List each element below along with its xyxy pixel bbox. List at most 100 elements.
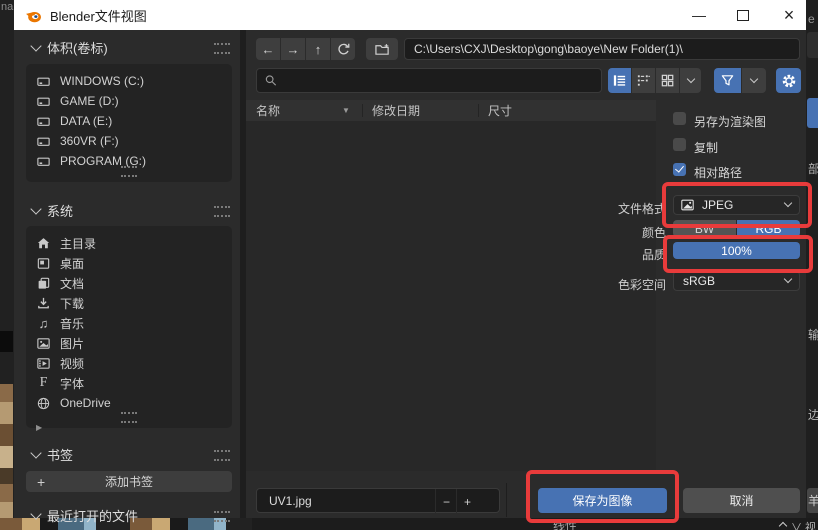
annotation-box-save-button <box>526 470 679 523</box>
system-label: 字体 <box>60 375 84 392</box>
column-date[interactable]: 修改日期 <box>372 102 420 119</box>
system-item-onedrive[interactable]: OneDrive <box>26 393 232 413</box>
maximize-button[interactable] <box>726 0 760 30</box>
filter-dropdown[interactable] <box>742 68 766 93</box>
drive-icon <box>36 134 51 149</box>
column-size[interactable]: 尺寸 <box>488 102 512 119</box>
documents-icon <box>36 276 51 291</box>
background-partial-text: ∨ 视 <box>791 519 816 530</box>
settings-button[interactable] <box>776 68 801 93</box>
copy-label: 复制 <box>694 139 718 156</box>
quality-label: 品质 <box>560 246 666 263</box>
new-folder-button[interactable] <box>366 38 398 60</box>
column-name[interactable]: 名称 <box>256 102 280 119</box>
close-button[interactable]: × <box>772 0 806 30</box>
save-as-render-label: 另存为渲染图 <box>694 113 766 130</box>
section-header-recent[interactable]: 最近打开的文件 <box>32 506 138 525</box>
color-label: 颜色 <box>560 224 666 241</box>
system-item-documents[interactable]: 文档 <box>26 273 232 293</box>
volume-item[interactable]: WINDOWS (C:) <box>26 71 232 91</box>
window-title: Blender文件视图 <box>50 6 147 25</box>
blender-logo <box>25 7 42 24</box>
path-text: C:\Users\CXJ\Desktop\gong\baoye\New Fold… <box>414 42 683 56</box>
maximize-icon <box>737 10 749 21</box>
refresh-button[interactable] <box>331 38 355 60</box>
chevron-down-icon <box>30 40 41 51</box>
section-header-bookmarks[interactable]: 书签 <box>32 445 73 464</box>
display-mode-dropdown[interactable] <box>680 68 701 93</box>
screen: na e 部 输 边 羊 线性 ∨ 视 Blender文件视图 — × 体积(卷… <box>0 0 818 530</box>
column-divider[interactable] <box>478 104 479 117</box>
new-folder-icon <box>374 42 391 57</box>
vertical-list-icon <box>612 73 627 88</box>
search-field[interactable] <box>256 68 602 93</box>
display-thumbnail-button[interactable] <box>656 68 679 93</box>
annotation-box-file-format <box>662 182 812 228</box>
up-button[interactable]: ↑ <box>306 38 330 60</box>
volume-item[interactable]: 360VR (F:) <box>26 131 232 151</box>
background-partial-char: e <box>808 12 815 26</box>
filter-button[interactable] <box>714 68 741 93</box>
volume-item[interactable]: DATA (E:) <box>26 111 232 131</box>
panel-grip-handle[interactable] <box>214 511 230 522</box>
background-partial-char: 边 <box>808 406 818 423</box>
relative-path-checkbox[interactable] <box>673 163 686 176</box>
forward-button[interactable]: → <box>281 38 305 60</box>
add-bookmark-button[interactable]: + 添加书签 <box>26 471 232 492</box>
filename-decrement-button[interactable]: − <box>435 489 457 514</box>
panel-grip-handle[interactable] <box>121 412 137 423</box>
filename-increment-button[interactable]: + <box>456 489 478 514</box>
system-list: 主目录 桌面 文档 下载 ♫音乐 图片 视频 F字体 OneDrive ▶ <box>26 226 232 428</box>
section-header-volumes[interactable]: 体积(卷标) <box>32 38 108 57</box>
drive-icon <box>36 94 51 109</box>
filename-input[interactable] <box>267 493 451 509</box>
font-icon: F <box>36 375 51 391</box>
file-list-area[interactable] <box>246 121 656 471</box>
system-label: OneDrive <box>60 396 111 410</box>
panel-grip-handle[interactable] <box>121 166 137 177</box>
copy-checkbox[interactable] <box>673 138 686 151</box>
system-item-downloads[interactable]: 下载 <box>26 293 232 313</box>
file-list-header: 名称 ▼ 修改日期 尺寸 <box>246 100 656 121</box>
display-vertical-list-button[interactable] <box>608 68 631 93</box>
music-icon: ♫ <box>36 316 51 331</box>
display-detail-list-button[interactable] <box>632 68 655 93</box>
path-field[interactable]: C:\Users\CXJ\Desktop\gong\baoye\New Fold… <box>404 38 800 60</box>
system-item-fonts[interactable]: F 字体 <box>26 373 232 393</box>
background-fragment <box>807 98 818 128</box>
sort-desc-icon[interactable]: ▼ <box>342 106 350 115</box>
expand-icon[interactable]: ▶ <box>36 423 42 432</box>
section-header-system[interactable]: 系统 <box>32 201 73 220</box>
back-button[interactable]: ← <box>256 38 280 60</box>
volume-item[interactable]: GAME (D:) <box>26 91 232 111</box>
search-input[interactable] <box>284 73 601 89</box>
search-icon <box>264 73 278 88</box>
collapse-chevron-icon <box>780 519 786 529</box>
annotation-box-quality <box>663 235 813 273</box>
nav-button-group: ← → ↑ <box>256 38 355 60</box>
system-item-pictures[interactable]: 图片 <box>26 333 232 353</box>
chevron-down-icon <box>30 447 41 458</box>
panel-grip-handle[interactable] <box>214 43 230 54</box>
minimize-button[interactable]: — <box>682 0 716 30</box>
system-item-home[interactable]: 主目录 <box>26 233 232 253</box>
detail-list-icon <box>636 73 651 88</box>
desktop-icon <box>36 256 51 271</box>
panel-grip-handle[interactable] <box>214 206 230 217</box>
color-space-dropdown[interactable]: sRGB <box>673 271 800 291</box>
system-item-music[interactable]: ♫音乐 <box>26 313 232 333</box>
background-partial-char: 羊 <box>808 492 818 509</box>
system-label: 下载 <box>60 295 84 312</box>
panel-grip-handle[interactable] <box>214 450 230 461</box>
chevron-down-icon <box>750 74 758 82</box>
system-item-desktop[interactable]: 桌面 <box>26 253 232 273</box>
display-mode-group <box>608 68 701 93</box>
system-label: 图片 <box>60 335 84 352</box>
volume-label: 360VR (F:) <box>60 134 119 148</box>
filename-field[interactable]: − + <box>256 488 500 513</box>
save-as-render-checkbox[interactable] <box>673 112 686 125</box>
cancel-button[interactable]: 取消 <box>683 488 800 513</box>
system-item-videos[interactable]: 视频 <box>26 353 232 373</box>
image-icon <box>36 336 51 351</box>
column-divider[interactable] <box>362 104 363 117</box>
